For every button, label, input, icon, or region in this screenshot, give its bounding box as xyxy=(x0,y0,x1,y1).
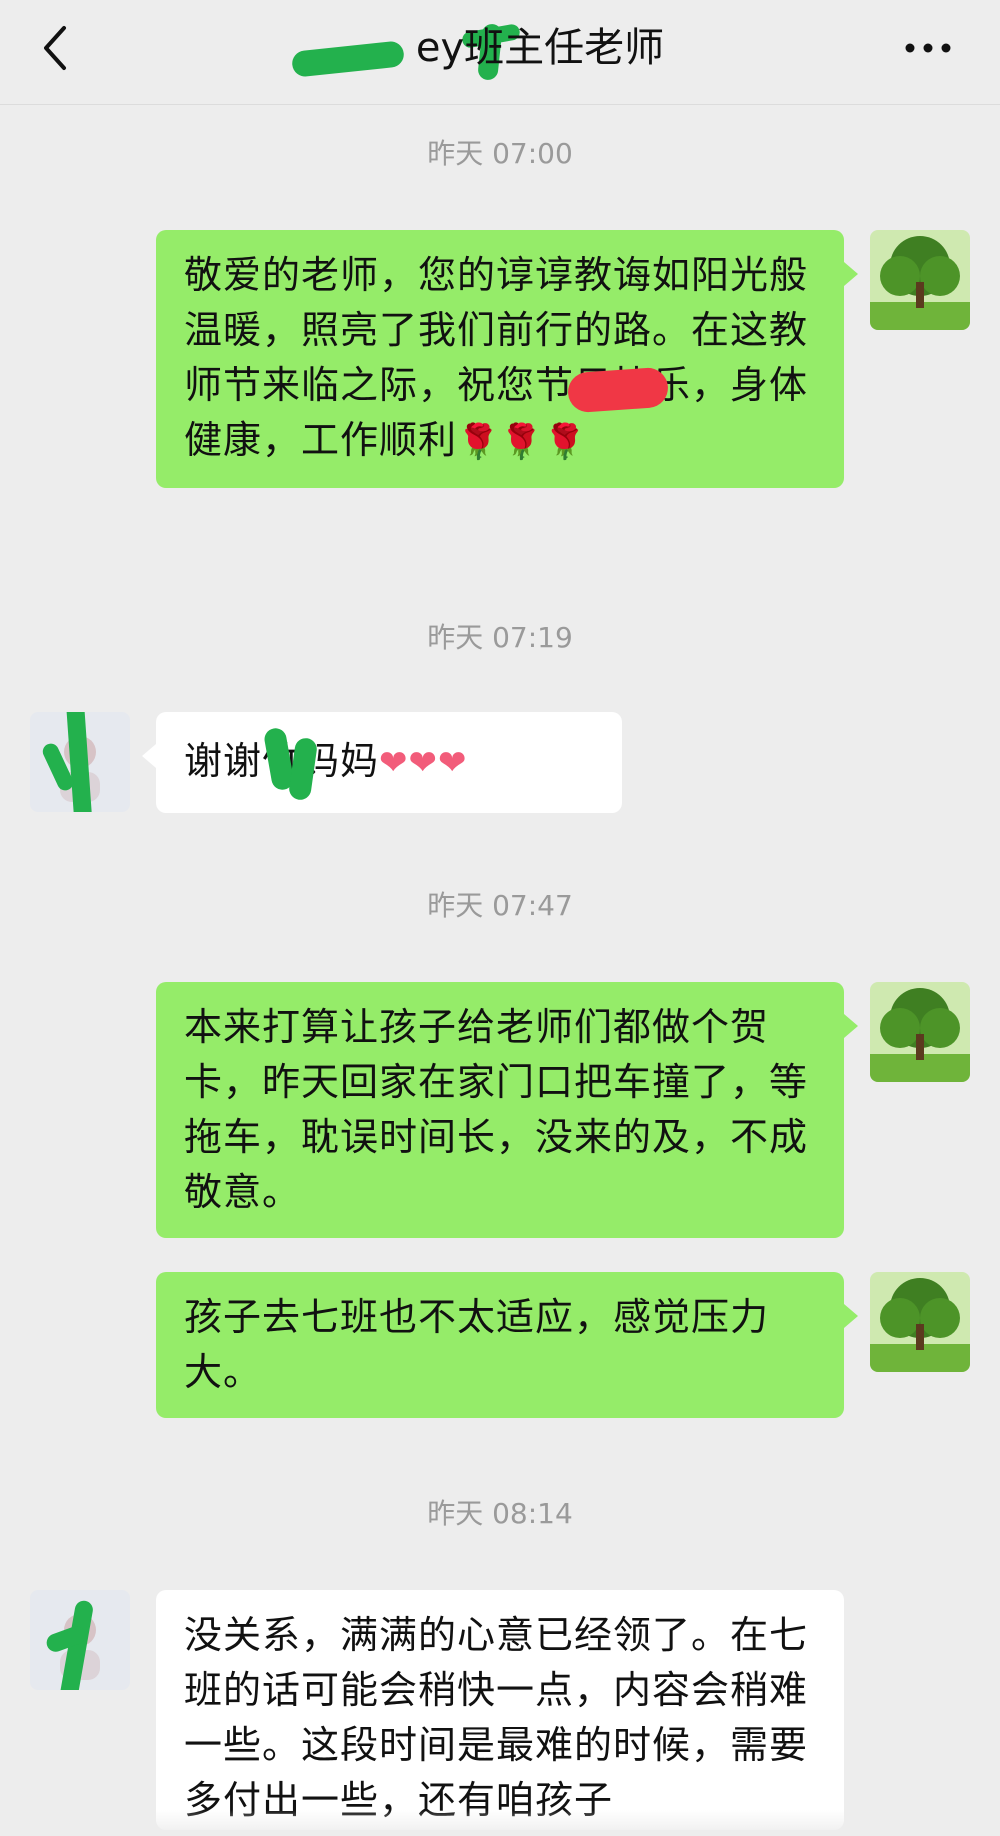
message-bubble-contact[interactable]: 没关系，满满的心意已经领了。在七班的话可能会稍快一点，内容会稍难一些。这段时间是… xyxy=(156,1590,844,1830)
chat-title: ey班主任老师 xyxy=(200,18,800,81)
avatar-self[interactable] xyxy=(870,982,970,1082)
message-bubble-contact[interactable]: 谢谢竹妈妈❤❤❤ xyxy=(142,712,622,813)
message-timestamp: 昨天 07:00 xyxy=(427,137,573,170)
message-timestamp: 昨天 07:19 xyxy=(427,621,573,654)
avatar-self[interactable] xyxy=(870,230,970,330)
message-text: 孩子去七班也不太适应，感觉压力大。 xyxy=(184,1295,770,1394)
bottom-scroll-fade xyxy=(0,1810,1000,1836)
chat-title-text: ey班主任老师 xyxy=(415,25,665,71)
message-timestamp: 昨天 08:14 xyxy=(427,1497,573,1530)
message-text: 谢谢竹妈妈 xyxy=(184,739,380,783)
contact-avatar-icon xyxy=(30,1590,130,1690)
redaction-mark xyxy=(290,40,406,78)
message-bubble-self[interactable]: 本来打算让孩子给老师们都做个贺卡，昨天回家在家门口把车撞了，等拖车，耽误时间长，… xyxy=(156,982,858,1238)
tree-avatar-icon xyxy=(870,982,970,1082)
message-bubble-self[interactable]: 敬爱的老师，您的谆谆教诲如阳光般温暖，照亮了我们前行的路。在这教师节来临之际，祝… xyxy=(156,230,858,488)
message-text: 本来打算让孩子给老师们都做个贺卡，昨天回家在家门口把车撞了，等拖车，耽误时间长，… xyxy=(184,1005,809,1214)
avatar-self[interactable] xyxy=(870,1272,970,1372)
rose-emoji: 🌹🌹🌹 xyxy=(457,422,588,462)
heart-emoji: ❤❤❤ xyxy=(379,743,468,783)
avatar-contact[interactable] xyxy=(30,1590,130,1690)
chevron-left-icon xyxy=(44,26,66,70)
more-options-button[interactable] xyxy=(902,38,954,58)
contact-avatar-icon xyxy=(30,712,130,812)
more-dots-icon xyxy=(905,43,951,53)
chat-header: ey班主任老师 xyxy=(0,0,1000,105)
message-timestamp: 昨天 07:47 xyxy=(427,889,573,922)
tree-avatar-icon xyxy=(870,230,970,330)
message-bubble-self[interactable]: 孩子去七班也不太适应，感觉压力大。 xyxy=(156,1272,858,1418)
tree-avatar-icon xyxy=(870,1272,970,1372)
avatar-contact[interactable] xyxy=(30,712,130,812)
message-text: 没关系，满满的心意已经领了。在七班的话可能会稍快一点，内容会稍难一些。这段时间是… xyxy=(184,1613,809,1822)
back-button[interactable] xyxy=(36,22,76,74)
